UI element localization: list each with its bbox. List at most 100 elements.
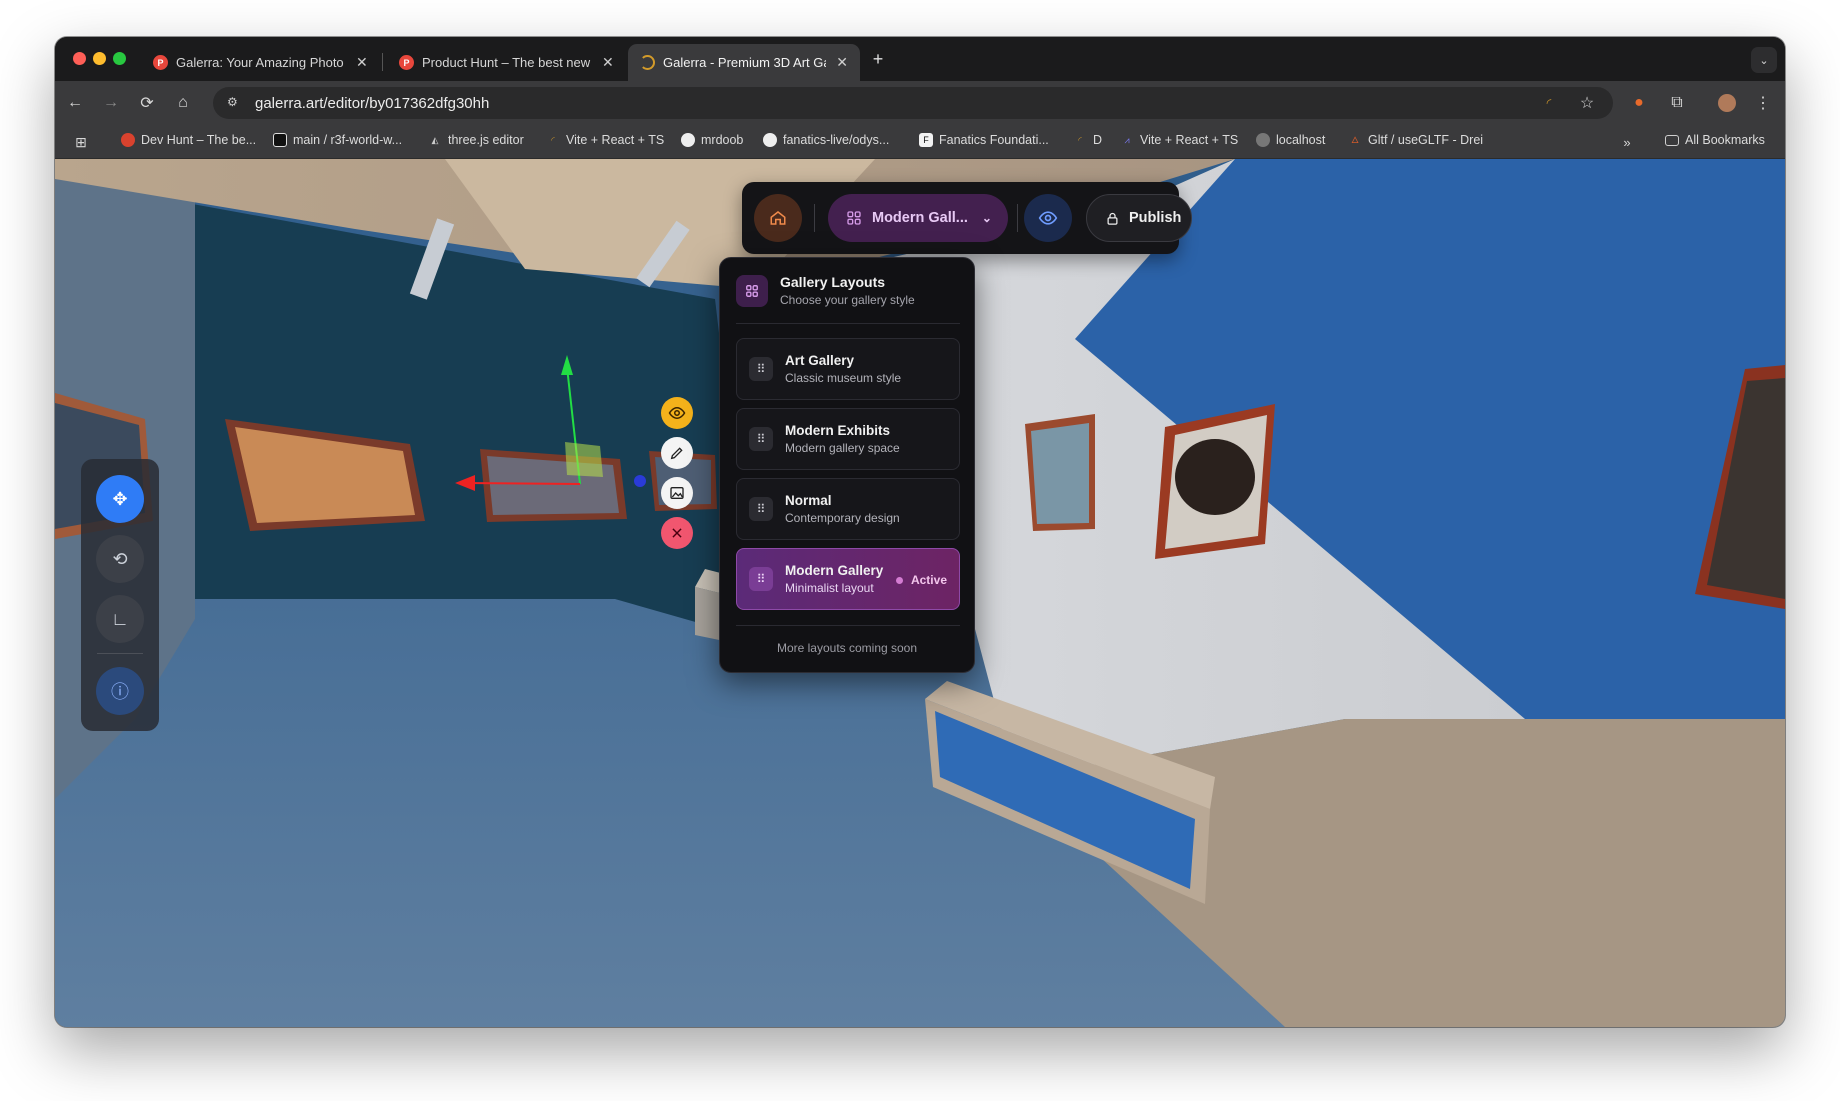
back-arrow-icon[interactable]: ← xyxy=(63,91,87,115)
gizmo-x-axis xyxy=(464,482,581,485)
dropdown-header: Gallery Layouts Choose your gallery styl… xyxy=(736,274,915,307)
close-tab-icon[interactable]: ✕ xyxy=(602,54,614,71)
tab-product-hunt[interactable]: P Product Hunt – The best new ✕ xyxy=(387,44,626,81)
bookmark-threejs-editor[interactable]: ◭ three.js editor xyxy=(428,133,524,147)
tab-galerra-photo[interactable]: P Galerra: Your Amazing Photo ✕ xyxy=(141,44,380,81)
bookmark-label: mrdoob xyxy=(701,133,744,147)
bookmark-fanatics-live[interactable]: fanatics-live/odys... xyxy=(763,133,889,147)
bookmark-localhost[interactable]: localhost xyxy=(1256,133,1325,147)
bookmarks-bar: ⊞ Dev Hunt – The be... main / r3f-world-… xyxy=(55,125,1785,159)
tab-divider xyxy=(382,53,383,71)
apps-grid-icon[interactable]: ⊞ xyxy=(69,130,93,154)
forward-arrow-icon[interactable]: → xyxy=(99,91,123,115)
extensions-puzzle-icon[interactable]: ⧉ xyxy=(1665,91,1689,115)
dropdown-title: Gallery Layouts xyxy=(780,274,886,290)
extension-fox-icon[interactable]: ● xyxy=(1627,91,1651,115)
image-icon[interactable] xyxy=(661,477,693,509)
folder-icon xyxy=(1665,134,1679,146)
site-settings-icon[interactable]: ⚙ xyxy=(227,95,243,111)
bookmark-gltf-drei[interactable]: 🜂 Gltf / useGLTF - Drei xyxy=(1348,133,1483,147)
bookmark-label: localhost xyxy=(1276,133,1326,147)
axis-icon[interactable]: ∟ xyxy=(96,595,144,643)
bookmark-mrdoob[interactable]: mrdoob xyxy=(681,133,743,147)
gallery-layouts-dropdown: Gallery Layouts Choose your gallery styl… xyxy=(719,257,975,673)
bookmark-label: Vite + React + TS xyxy=(1140,133,1239,147)
drag-dots-icon: ⠿ xyxy=(749,427,773,451)
visibility-eye-icon[interactable] xyxy=(661,397,693,429)
tab-bar: P Galerra: Your Amazing Photo ✕ P Produc… xyxy=(55,37,1785,81)
gallery-3d-viewport[interactable]: ✥ ⟲ ∟ ⓘ Modern Gall... ⌄ Publish Gallery… xyxy=(55,159,1785,1027)
dropdown-footer: More layouts coming soon xyxy=(776,641,918,655)
bookmark-vite-react-2[interactable]: ⩘ Vite + React + TS xyxy=(1120,133,1238,147)
option-desc: Contemporary design xyxy=(785,511,900,525)
reload-icon[interactable]: ⟳ xyxy=(135,91,159,115)
profile-avatar[interactable] xyxy=(1715,91,1739,115)
tab-galerra-editor[interactable]: Galerra - Premium 3D Art Gal ✕ xyxy=(628,44,860,81)
layout-option-modern-gallery[interactable]: ⠿ Modern Gallery Minimalist layout Activ… xyxy=(736,548,960,610)
active-badge: Active xyxy=(895,573,947,587)
bookmark-star-icon[interactable]: ☆ xyxy=(1575,91,1599,115)
tab-title: Product Hunt – The best new xyxy=(422,55,591,70)
editor-tool-panel: ✥ ⟲ ∟ ⓘ xyxy=(81,459,159,731)
bookmark-label: three.js editor xyxy=(448,133,524,147)
option-desc: Classic museum style xyxy=(785,371,902,385)
home-button[interactable] xyxy=(754,194,802,242)
publish-button[interactable]: Publish xyxy=(1086,194,1192,242)
zoom-window-button[interactable] xyxy=(113,52,126,65)
bookmark-label: Fanatics Foundati... xyxy=(939,133,1049,147)
drag-dots-icon: ⠿ xyxy=(749,497,773,521)
bookmark-r3f-world[interactable]: main / r3f-world-w... xyxy=(273,133,402,147)
browser-toolbar: ← → ⟳ ⌂ ⚙ galerra.art/editor/by017362dfg… xyxy=(55,81,1785,125)
close-tab-icon[interactable]: ✕ xyxy=(836,54,848,71)
grid-icon xyxy=(736,274,768,307)
browser-menu-icon[interactable]: ⋮ xyxy=(1751,91,1775,115)
gizmo-plane xyxy=(565,442,603,477)
bookmark-vite-react[interactable]: ◜ Vite + React + TS xyxy=(546,133,664,147)
bookmark-label: Vite + React + TS xyxy=(566,133,665,147)
producthunt-favicon-icon: P xyxy=(153,55,168,70)
more-bookmarks-chevron-icon[interactable]: » xyxy=(1615,130,1639,154)
vite-logo-icon: ⩘ xyxy=(1124,134,1130,145)
all-bookmarks-button[interactable]: All Bookmarks xyxy=(1665,133,1765,147)
layout-option-art-gallery[interactable]: ⠿ Art Gallery Classic museum style xyxy=(736,338,960,400)
home-icon[interactable]: ⌂ xyxy=(171,91,195,115)
tool-divider xyxy=(97,653,143,654)
layout-option-normal[interactable]: ⠿ Normal Contemporary design xyxy=(736,478,960,540)
bookmark-label: Gltf / useGLTF - Drei xyxy=(1368,133,1484,147)
github-icon xyxy=(681,133,695,147)
move-icon[interactable]: ✥ xyxy=(96,475,144,523)
producthunt-favicon-icon: P xyxy=(399,55,414,70)
bookmark-label: D xyxy=(1093,133,1103,147)
rotate-icon[interactable]: ⟲ xyxy=(96,535,144,583)
gizmo-z-handle xyxy=(634,475,646,487)
grid-icon xyxy=(847,211,861,225)
layout-selector-label: Modern Gall... xyxy=(872,210,968,226)
minimize-window-button[interactable] xyxy=(93,52,106,65)
editor-top-bar: Modern Gall... ⌄ Publish xyxy=(742,182,1192,254)
globe-icon xyxy=(1256,133,1270,147)
devhunt-icon xyxy=(121,133,135,147)
layout-selector-button[interactable]: Modern Gall... ⌄ xyxy=(828,194,1008,242)
layout-option-modern-exhibits[interactable]: ⠿ Modern Exhibits Modern gallery space xyxy=(736,408,960,470)
edit-pencil-icon[interactable] xyxy=(661,437,693,469)
all-bookmarks-label: All Bookmarks xyxy=(1685,133,1765,147)
eye-icon xyxy=(1038,211,1058,225)
address-bar[interactable]: ⚙ galerra.art/editor/by017362dfg30hh xyxy=(213,87,1613,119)
preview-button[interactable] xyxy=(1024,194,1072,242)
bookmark-fanatics-foundation[interactable]: F Fanatics Foundati... xyxy=(919,133,1049,147)
new-tab-icon[interactable]: + xyxy=(866,47,890,71)
bookmark-d[interactable]: ◜ D xyxy=(1073,133,1102,147)
chevron-down-icon: ⌄ xyxy=(981,211,992,225)
home-icon xyxy=(770,211,786,225)
close-tab-icon[interactable]: ✕ xyxy=(356,54,368,71)
galerra-favicon-icon xyxy=(640,55,655,70)
info-icon[interactable]: ⓘ xyxy=(96,667,144,715)
option-desc: Modern gallery space xyxy=(785,441,900,455)
vite-spinner-icon: ◜ xyxy=(551,134,555,145)
close-window-button[interactable] xyxy=(73,52,86,65)
dropdown-divider xyxy=(736,323,960,324)
delete-x-icon[interactable] xyxy=(661,517,693,549)
tab-search-chevron-icon[interactable]: ⌄ xyxy=(1751,47,1777,73)
toolbar-divider xyxy=(814,204,815,232)
bookmark-dev-hunt[interactable]: Dev Hunt – The be... xyxy=(121,133,256,147)
